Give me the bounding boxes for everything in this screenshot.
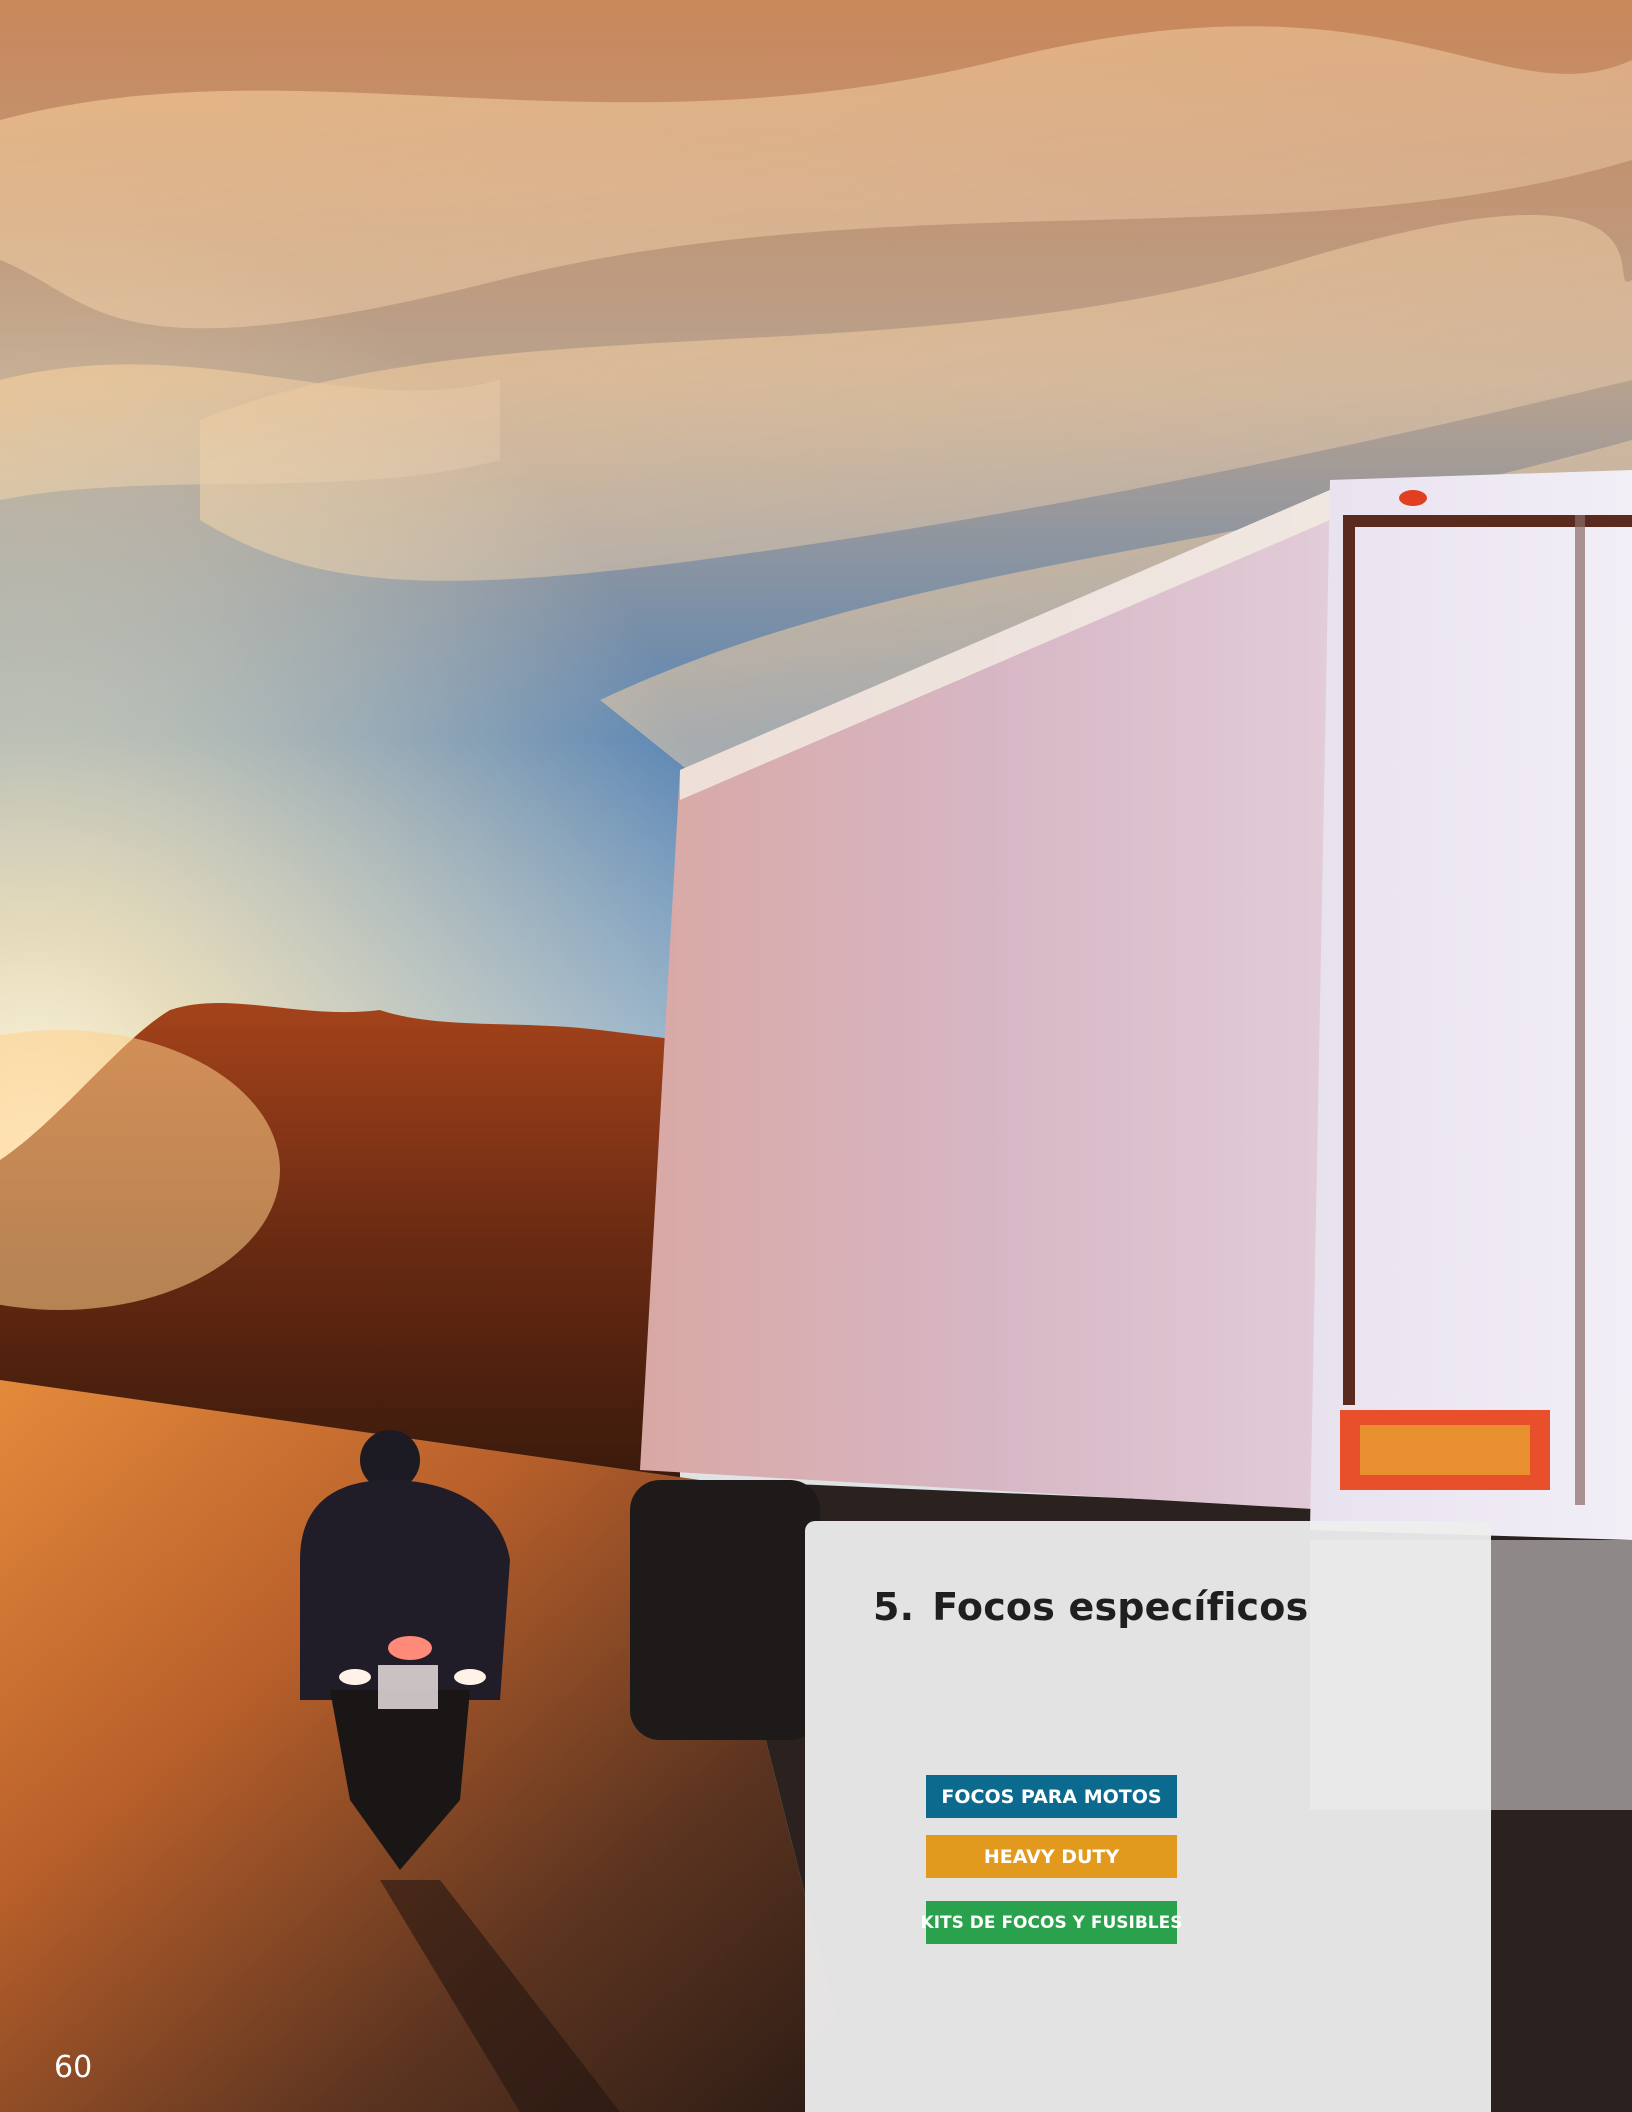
section-panel: 5. Focos específicos FOCOS PARA MOTOS HEA… [805, 1521, 1491, 2112]
tag-focos-para-motos[interactable]: FOCOS PARA MOTOS [926, 1775, 1177, 1818]
page-number: 60 [54, 2050, 93, 2085]
section-title-text: Focos específicos [932, 1585, 1309, 1629]
tag-kits-de-focos-y-fusibles[interactable]: KITS DE FOCOS Y FUSIBLES [921, 1901, 1182, 1944]
section-title: 5. Focos específicos [873, 1585, 1308, 1629]
section-number: 5. [873, 1585, 915, 1629]
tag-heavy-duty[interactable]: HEAVY DUTY [926, 1835, 1177, 1878]
